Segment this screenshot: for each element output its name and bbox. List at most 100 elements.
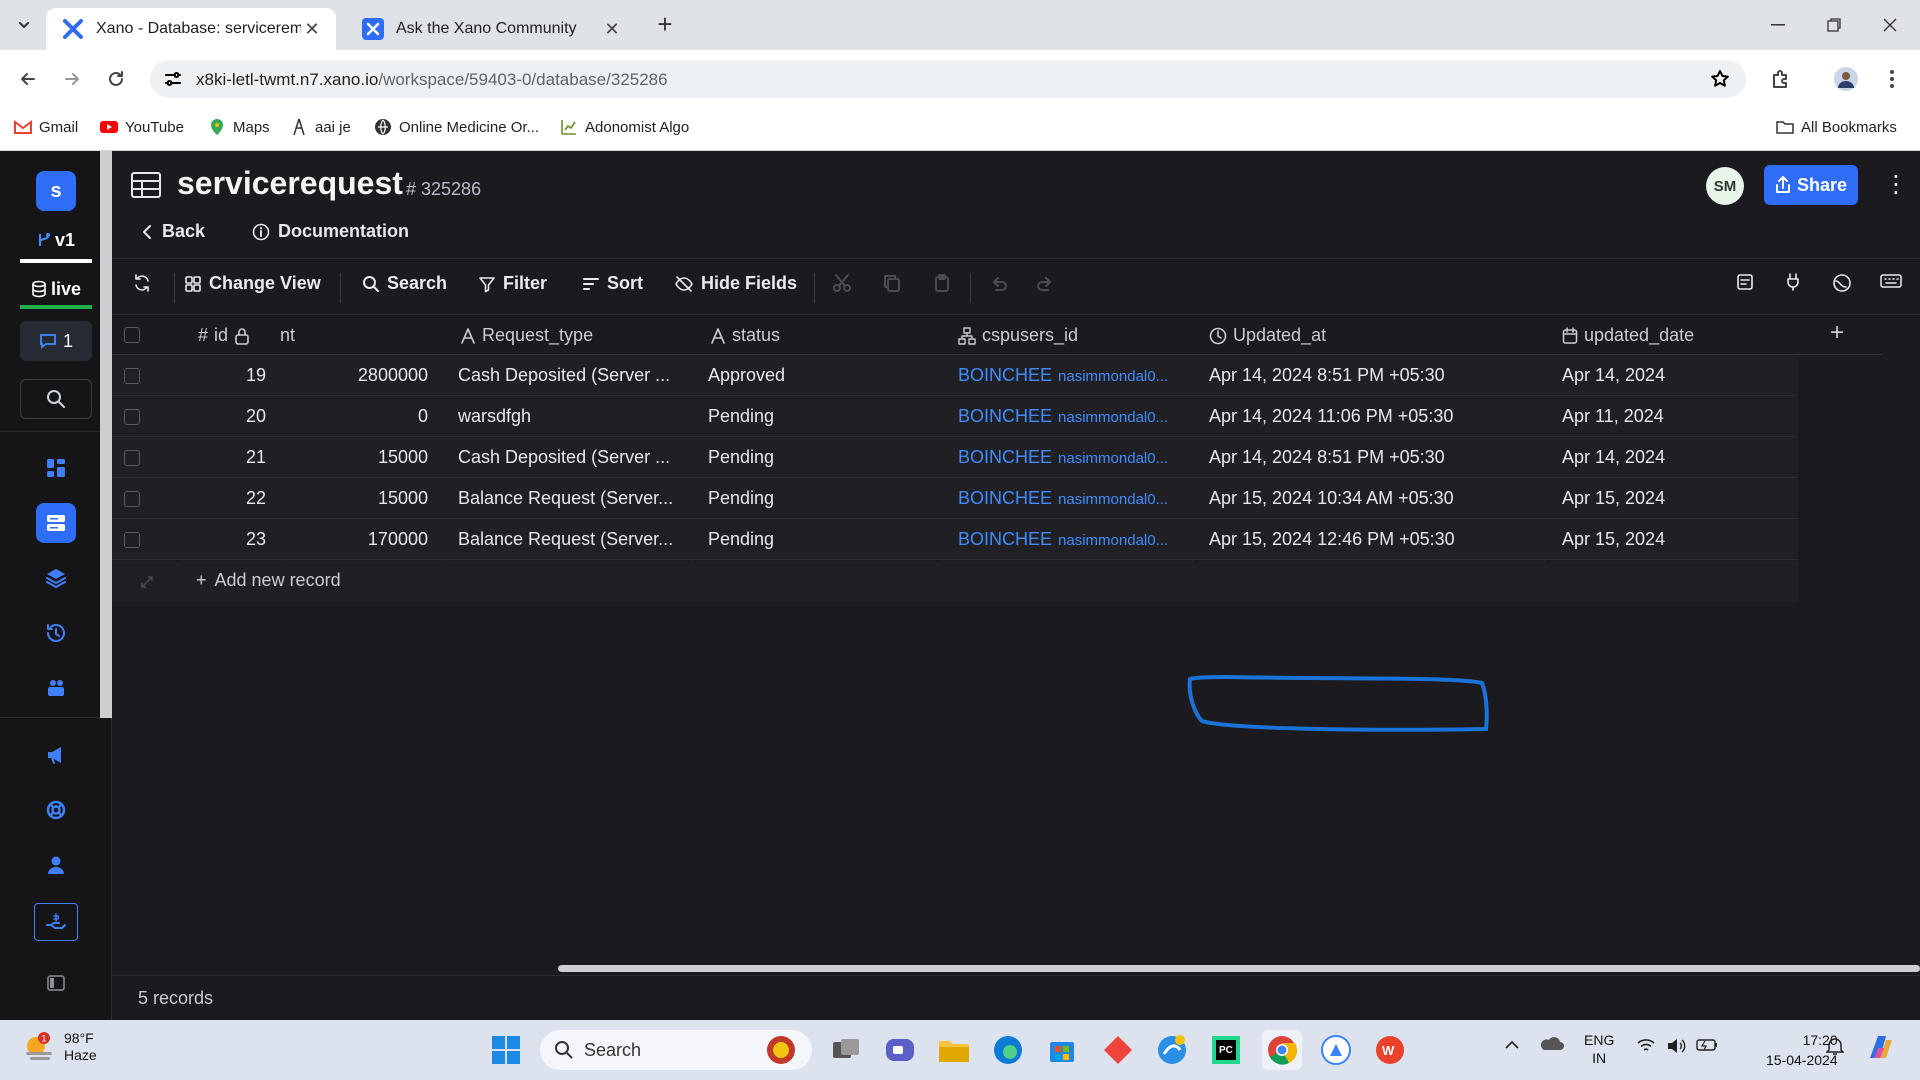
cell-status[interactable]: Pending bbox=[708, 529, 928, 550]
comments-button[interactable]: 1 bbox=[20, 321, 92, 361]
cell-request-type[interactable]: Cash Deposited (Server ... bbox=[458, 447, 686, 468]
copilot-icon[interactable] bbox=[1864, 1030, 1898, 1064]
cell-status[interactable]: Approved bbox=[708, 365, 928, 386]
branch-version[interactable]: v1 bbox=[20, 221, 92, 263]
cell-status[interactable]: Pending bbox=[708, 406, 928, 427]
notification-icon[interactable] bbox=[1826, 1036, 1844, 1056]
filter-button[interactable]: Filter bbox=[478, 273, 547, 294]
more-options-icon[interactable]: ⋮ bbox=[1884, 171, 1908, 201]
taskbar-search[interactable]: Search bbox=[540, 1030, 812, 1070]
drive-app-icon[interactable] bbox=[1316, 1030, 1356, 1070]
browser-menu-icon[interactable] bbox=[1876, 63, 1908, 95]
column-header-request-type[interactable]: Request_type bbox=[460, 325, 593, 346]
cell-cspusers-id[interactable]: BOINCHEE nasimmondal0... bbox=[958, 529, 1188, 550]
cell-request-type[interactable]: Balance Request (Server... bbox=[458, 529, 686, 550]
cut-icon[interactable] bbox=[832, 273, 852, 293]
close-tab-icon[interactable]: ✕ bbox=[601, 18, 623, 40]
workspace-badge[interactable]: s bbox=[36, 171, 76, 211]
bookmark-aai-je[interactable]: aai je bbox=[290, 118, 351, 136]
weather-widget[interactable]: 1 98°F Haze bbox=[22, 1030, 97, 1064]
cell-status[interactable]: Pending bbox=[708, 447, 928, 468]
billing-icon[interactable] bbox=[34, 903, 78, 941]
cell-nt[interactable]: 170000 bbox=[288, 529, 428, 550]
site-info-icon[interactable] bbox=[164, 71, 182, 87]
close-window-icon[interactable] bbox=[1862, 0, 1918, 50]
palette-icon[interactable] bbox=[1832, 273, 1852, 293]
cell-nt[interactable]: 2800000 bbox=[288, 365, 428, 386]
bookmark-adonomist[interactable]: Adonomist Algo bbox=[560, 118, 689, 136]
cell-nt[interactable]: 0 bbox=[288, 406, 428, 427]
announcements-icon[interactable] bbox=[36, 735, 76, 775]
keyboard-icon[interactable] bbox=[1880, 273, 1902, 289]
change-view-button[interactable]: Change View bbox=[184, 273, 321, 294]
pycharm-icon[interactable]: PC bbox=[1206, 1030, 1246, 1070]
hide-fields-button[interactable]: Hide Fields bbox=[674, 273, 797, 294]
cell-cspusers-id[interactable]: BOINCHEE nasimmondal0... bbox=[958, 365, 1188, 386]
column-header-updated-date[interactable]: updated_date bbox=[1562, 325, 1694, 346]
layers-icon[interactable] bbox=[36, 558, 76, 598]
documentation-button[interactable]: Documentation bbox=[252, 221, 409, 242]
all-bookmarks[interactable]: All Bookmarks bbox=[1776, 118, 1897, 136]
history-icon[interactable] bbox=[36, 613, 76, 653]
cell-cspusers-id[interactable]: BOINCHEE nasimmondal0... bbox=[958, 447, 1188, 468]
cell-cspusers-id[interactable]: BOINCHEE nasimmondal0... bbox=[958, 406, 1188, 427]
row-checkbox[interactable] bbox=[124, 368, 140, 384]
column-header-cspusers-id[interactable]: cspusers_id bbox=[958, 325, 1078, 346]
select-all-checkbox[interactable] bbox=[124, 327, 140, 343]
cell-status[interactable]: Pending bbox=[708, 488, 928, 509]
add-record-row[interactable]: + Add new record bbox=[112, 561, 1798, 602]
extensions-icon[interactable] bbox=[1764, 63, 1796, 95]
battery-icon[interactable] bbox=[1696, 1038, 1718, 1052]
cell-updated-date[interactable]: Apr 11, 2024 bbox=[1562, 406, 1792, 427]
windows-start-icon[interactable] bbox=[486, 1030, 526, 1070]
dashboard-icon[interactable] bbox=[36, 448, 76, 488]
teams-chat-icon[interactable] bbox=[880, 1030, 920, 1070]
language-indicator[interactable]: ENG IN bbox=[1584, 1031, 1614, 1067]
share-button[interactable]: Share bbox=[1764, 165, 1858, 205]
task-view-icon[interactable] bbox=[826, 1030, 866, 1070]
address-bar[interactable]: x8ki-letl-twmt.n7.xano.io/workspace/5940… bbox=[150, 60, 1746, 98]
rail-scrollbar[interactable] bbox=[100, 151, 112, 718]
user-avatar[interactable]: SM bbox=[1706, 167, 1744, 205]
row-checkbox[interactable] bbox=[124, 491, 140, 507]
paste-icon[interactable] bbox=[932, 273, 952, 293]
close-tab-icon[interactable]: ✕ bbox=[301, 18, 323, 40]
refresh-icon[interactable] bbox=[132, 273, 152, 293]
table-row[interactable]: 21 15000 Cash Deposited (Server ... Pend… bbox=[112, 437, 1798, 478]
bookmark-youtube[interactable]: YouTube bbox=[100, 118, 184, 136]
horizontal-scrollbar[interactable] bbox=[558, 965, 1920, 972]
column-header-nt[interactable]: nt bbox=[280, 325, 295, 346]
copy-icon[interactable] bbox=[882, 273, 902, 293]
restore-icon[interactable] bbox=[1806, 0, 1862, 50]
cell-updated-at[interactable]: Apr 14, 2024 8:51 PM +05:30 bbox=[1209, 365, 1539, 386]
table-row[interactable]: 23 170000 Balance Request (Server... Pen… bbox=[112, 519, 1798, 560]
row-checkbox[interactable] bbox=[124, 409, 140, 425]
cell-cspusers-id[interactable]: BOINCHEE nasimmondal0... bbox=[958, 488, 1188, 509]
tab-xano-database[interactable]: Xano - Database: serviceremques ✕ bbox=[46, 8, 336, 50]
cell-updated-date[interactable]: Apr 15, 2024 bbox=[1562, 529, 1792, 550]
profile-avatar[interactable] bbox=[1830, 63, 1862, 95]
cell-id[interactable]: 20 bbox=[212, 406, 266, 427]
search-button[interactable]: Search bbox=[362, 273, 447, 294]
cell-id[interactable]: 22 bbox=[212, 488, 266, 509]
row-checkbox[interactable] bbox=[124, 532, 140, 548]
cell-updated-at[interactable]: Apr 14, 2024 11:06 PM +05:30 bbox=[1209, 406, 1539, 427]
add-record-button[interactable]: + Add new record bbox=[196, 570, 341, 591]
chrome-icon[interactable] bbox=[1262, 1030, 1302, 1070]
onedrive-icon[interactable] bbox=[1540, 1034, 1564, 1054]
tab-xano-community[interactable]: Ask the Xano Community ✕ bbox=[346, 8, 636, 50]
cell-updated-at[interactable]: Apr 15, 2024 10:34 AM +05:30 bbox=[1209, 488, 1539, 509]
export-icon[interactable] bbox=[1736, 273, 1754, 291]
anydesk-icon[interactable] bbox=[1098, 1030, 1138, 1070]
cell-updated-date[interactable]: Apr 15, 2024 bbox=[1562, 488, 1792, 509]
wifi-icon[interactable] bbox=[1636, 1038, 1656, 1054]
back-button[interactable]: Back bbox=[142, 221, 205, 242]
table-row[interactable]: 19 2800000 Cash Deposited (Server ... Ap… bbox=[112, 355, 1798, 396]
database-nav-icon[interactable] bbox=[36, 503, 76, 543]
help-lifebuoy-icon[interactable] bbox=[36, 790, 76, 830]
cell-request-type[interactable]: Balance Request (Server... bbox=[458, 488, 686, 509]
undo-icon[interactable] bbox=[988, 273, 1008, 293]
table-row[interactable]: 22 15000 Balance Request (Server... Pend… bbox=[112, 478, 1798, 519]
new-tab-button[interactable]: + bbox=[652, 11, 678, 38]
volume-icon[interactable] bbox=[1666, 1038, 1686, 1054]
